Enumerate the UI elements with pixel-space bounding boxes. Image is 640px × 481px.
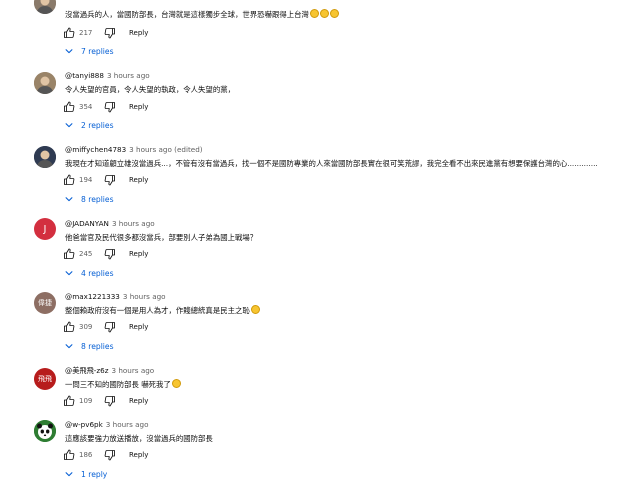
dislike-icon[interactable]	[103, 320, 117, 334]
avatar[interactable]	[34, 420, 56, 442]
reply-button[interactable]: Reply	[129, 103, 148, 111]
avatar[interactable]	[34, 0, 56, 14]
replies-label: 1 reply	[81, 469, 108, 479]
replies-label: 2 replies	[81, 120, 114, 130]
comment-text-content: 他爸當官及民代很多都沒當兵，部要別人子弟為國上戰場？	[65, 233, 258, 242]
view-replies-button[interactable]: 8 replies	[64, 192, 114, 206]
avatar[interactable]	[34, 146, 56, 168]
chevron-down-icon	[64, 120, 81, 130]
comment-time[interactable]: 3 hours ago	[107, 71, 150, 80]
comment-text-content: 沒當過兵的人，當國防部長，台灣就是這樣獨步全球，世界恐嚇跟得上台灣	[65, 10, 309, 19]
comment-author[interactable]: @w-pv6pk	[65, 420, 103, 429]
comment-time[interactable]: 3 hours ago (edited)	[129, 145, 202, 154]
comment-text: 他爸當官及民代很多都沒當兵，部要別人子弟為國上戰場？	[65, 232, 257, 243]
view-replies-button[interactable]: 1 reply	[64, 467, 107, 481]
like-icon[interactable]	[62, 26, 76, 40]
like-count: 309	[79, 323, 93, 331]
like-count: 354	[79, 103, 93, 111]
avatar[interactable]: 飛飛	[34, 368, 56, 390]
comment-actions: 217 Reply	[62, 26, 148, 40]
view-replies-button[interactable]: 7 replies	[64, 44, 114, 58]
chevron-down-icon	[64, 341, 81, 351]
like-icon[interactable]	[62, 320, 76, 334]
comment-actions: 245 Reply	[62, 247, 148, 261]
comment-text-content: 這應該要強力放送播放，沒當過兵的國防部長	[65, 434, 213, 443]
like-icon[interactable]	[62, 173, 76, 187]
comment-actions: 109 Reply	[62, 394, 148, 408]
like-icon[interactable]	[62, 247, 76, 261]
comment-author[interactable]: @tanyi888	[65, 71, 104, 80]
comment-meta: @max1221333 3 hours ago	[65, 292, 166, 301]
dislike-icon[interactable]	[103, 100, 117, 114]
emoji-icon	[250, 305, 260, 314]
dislike-icon[interactable]	[103, 173, 117, 187]
view-replies-button[interactable]: 8 replies	[64, 339, 114, 353]
emoji-icon	[319, 9, 329, 18]
chevron-down-icon	[64, 46, 81, 56]
comment-actions: 186 Reply	[62, 448, 148, 462]
comment-time[interactable]: 3 hours ago	[123, 292, 166, 301]
comment-text: 令人失望的官員，令人失望的執政，令人失望的黨，	[65, 84, 235, 95]
like-icon[interactable]	[62, 100, 76, 114]
emoji-icon	[171, 379, 181, 388]
avatar[interactable]: J	[34, 218, 56, 240]
comment-time[interactable]: 3 hours ago	[106, 420, 149, 429]
comment-text-content: 整個賴政府沒有一個是用人為才，作賤總統真是民主之恥	[65, 306, 250, 315]
comment-meta: @美飛飛-z6z 3 hours ago	[65, 366, 154, 376]
comment-author[interactable]: @miffychen4783	[65, 145, 126, 154]
replies-label: 8 replies	[81, 194, 114, 204]
reply-button[interactable]: Reply	[129, 397, 148, 405]
comment-text: 一問三不知的國防部長 嚇死我了	[65, 379, 181, 390]
comment-meta: @JADANYAN 3 hours ago	[65, 219, 155, 228]
comment-time[interactable]: 3 hours ago	[112, 219, 155, 228]
dislike-icon[interactable]	[103, 448, 117, 462]
comment-meta: @tanyi888 3 hours ago	[65, 71, 150, 80]
like-count: 194	[79, 176, 93, 184]
reply-button[interactable]: Reply	[129, 250, 148, 258]
reply-button[interactable]: Reply	[129, 29, 148, 37]
comment-actions: 309 Reply	[62, 320, 148, 334]
avatar[interactable]	[34, 72, 56, 94]
comment-meta: @miffychen4783 3 hours ago (edited)	[65, 145, 203, 154]
replies-label: 7 replies	[81, 46, 114, 56]
like-count: 186	[79, 451, 93, 459]
comment-text: 我現在才知道顧立雄沒當過兵...，不管有沒有當過兵，找一個不是國防專業的人來當國…	[65, 158, 598, 169]
comment-text-content: 一問三不知的國防部長 嚇死我了	[65, 380, 171, 389]
reply-button[interactable]: Reply	[129, 451, 148, 459]
comment-text-content: 令人失望的官員，令人失望的執政，令人失望的黨，	[65, 85, 235, 94]
dislike-icon[interactable]	[103, 247, 117, 261]
like-count: 245	[79, 250, 93, 258]
chevron-down-icon	[64, 268, 81, 278]
like-count: 217	[79, 29, 93, 37]
comment-text: 沒當過兵的人，當國防部長，台灣就是這樣獨步全球，世界恐嚇跟得上台灣	[65, 9, 339, 20]
avatar[interactable]: 偉捷	[34, 292, 56, 314]
comment-text: 這應該要強力放送播放，沒當過兵的國防部長	[65, 433, 213, 444]
comment-meta: @w-pv6pk 3 hours ago	[65, 420, 149, 429]
like-count: 109	[79, 397, 93, 405]
dislike-icon[interactable]	[103, 394, 117, 408]
comment-author[interactable]: @美飛飛-z6z	[65, 366, 108, 375]
chevron-down-icon	[64, 469, 81, 479]
view-replies-button[interactable]: 4 replies	[64, 266, 114, 280]
comment-author[interactable]: @max1221333	[65, 292, 120, 301]
like-icon[interactable]	[62, 448, 76, 462]
comment-text-content: 我現在才知道顧立雄沒當過兵...，不管有沒有當過兵，找一個不是國防專業的人來當國…	[65, 159, 598, 168]
view-replies-button[interactable]: 2 replies	[64, 118, 114, 132]
replies-label: 8 replies	[81, 341, 114, 351]
comment-text: 整個賴政府沒有一個是用人為才，作賤總統真是民主之恥	[65, 305, 260, 316]
replies-label: 4 replies	[81, 268, 114, 278]
like-icon[interactable]	[62, 394, 76, 408]
comment-actions: 354 Reply	[62, 100, 148, 114]
reply-button[interactable]: Reply	[129, 176, 148, 184]
comment-author[interactable]: @JADANYAN	[65, 219, 109, 228]
dislike-icon[interactable]	[103, 26, 117, 40]
reply-button[interactable]: Reply	[129, 323, 148, 331]
chevron-down-icon	[64, 194, 81, 204]
comment-actions: 194 Reply	[62, 173, 148, 187]
emoji-icon	[309, 9, 319, 18]
emoji-icon	[329, 9, 339, 18]
comment-time[interactable]: 3 hours ago	[111, 366, 154, 375]
